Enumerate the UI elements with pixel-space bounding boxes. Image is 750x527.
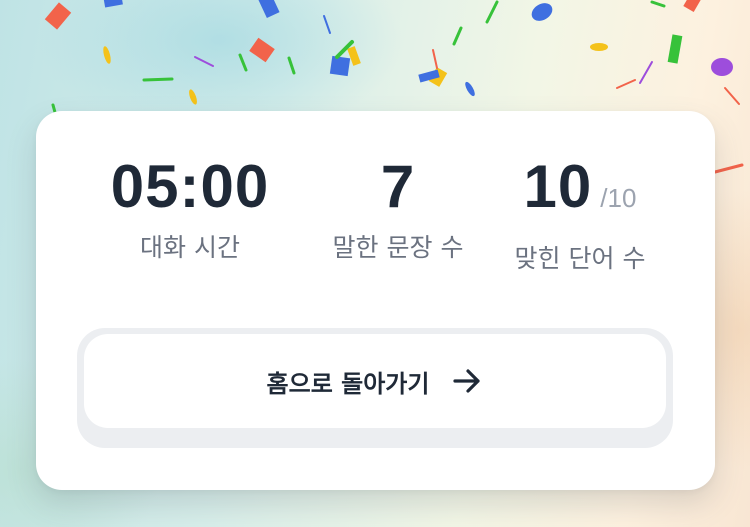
home-button-container: 홈으로 돌아가기 [77,328,673,448]
stat-conversation-time: 05:00 대화 시간 [100,155,280,263]
stat-value: 7 [380,153,416,220]
stat-denominator: /10 [600,183,637,213]
stat-label: 맞힌 단어 수 [514,244,646,273]
stat-value: 10 [523,153,593,220]
arrow-right-icon [453,369,481,393]
result-card: 05:00 대화 시간 7 말한 문장 수 10/10 맞힌 단어 수 홈으로 … [36,111,715,490]
stat-value-row: 10/10 [492,155,668,230]
stat-label: 말한 문장 수 [332,233,464,262]
stat-sentences-spoken: 7 말한 문장 수 [308,155,488,263]
stat-value: 05:00 [110,153,270,220]
stat-correct-words: 10/10 맞힌 단어 수 [492,155,668,274]
home-button[interactable]: 홈으로 돌아가기 [84,334,666,428]
home-button-label: 홈으로 돌아가기 [266,369,430,398]
stat-label: 대화 시간 [140,233,240,262]
